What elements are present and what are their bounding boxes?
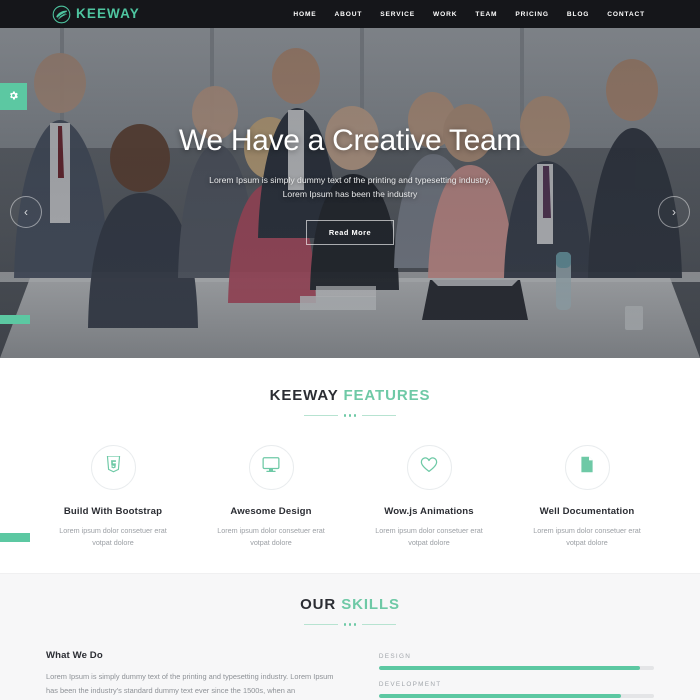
feature-icon-wrap — [90, 444, 136, 490]
read-more-button[interactable]: Read More — [305, 220, 395, 246]
skill-label: DESIGN — [378, 652, 412, 660]
nav-item-service[interactable]: SERVICE — [371, 11, 424, 18]
side-accent-bar-top — [0, 315, 30, 324]
feature-icon-wrap — [248, 444, 294, 490]
features-grid: Build With Bootstrap Lorem ipsum dolor c… — [0, 444, 700, 550]
divider-line-right — [362, 414, 397, 416]
features-heading: KEEWAY FEATURES — [0, 358, 700, 417]
what-we-do-text: Lorem Ipsum is simply dummy text of the … — [46, 671, 334, 695]
feature-title: Wow.js Animations — [384, 505, 474, 517]
skills-body: What We Do Lorem Ipsum is simply dummy t… — [0, 650, 700, 700]
hero-carousel: We Have a Creative Team Lorem Ipsum is s… — [0, 28, 700, 358]
hero-title: We Have a Creative Team — [178, 124, 522, 157]
skills-title-accent: SKILLS — [341, 596, 400, 613]
feature-card-bootstrap[interactable]: Build With Bootstrap Lorem ipsum dolor c… — [34, 444, 192, 550]
side-accent-bar-bottom — [0, 533, 30, 542]
desktop-monitor-icon — [262, 456, 280, 478]
nav-item-home[interactable]: HOME — [284, 11, 325, 18]
feature-title: Build With Bootstrap — [63, 505, 163, 517]
settings-toggle-button[interactable] — [0, 83, 27, 110]
skill-row-design: DESIGN — [378, 652, 654, 670]
feature-card-design[interactable]: Awesome Design Lorem ipsum dolor consetu… — [192, 444, 350, 550]
divider-dots — [343, 414, 357, 417]
skill-label: DEVELOPMENT — [378, 680, 442, 688]
main-nav: HOME ABOUT SERVICE WORK TEAM PRICING BLO… — [284, 11, 654, 18]
what-we-do-block: What We Do Lorem Ipsum is simply dummy t… — [46, 650, 335, 700]
feature-title: Well Documentation — [539, 505, 635, 517]
skill-row-development: DEVELOPMENT — [378, 680, 654, 698]
nav-item-about[interactable]: ABOUT — [326, 11, 372, 18]
features-title: KEEWAY FEATURES — [0, 388, 700, 403]
html5-shield-icon — [106, 455, 121, 478]
skill-progress-track — [378, 693, 654, 698]
features-title-accent: FEATURES — [343, 387, 431, 404]
logo-text: KEEWAY — [76, 6, 140, 22]
feature-icon-wrap — [406, 444, 452, 490]
nav-item-work[interactable]: WORK — [424, 11, 466, 18]
feature-card-documentation[interactable]: Well Documentation Lorem ipsum dolor con… — [508, 444, 666, 550]
divider-dots — [343, 623, 357, 626]
what-we-do-title: What We Do — [46, 649, 103, 661]
page-root: KEEWAY HOME ABOUT SERVICE WORK TEAM PRIC… — [0, 0, 700, 700]
nav-item-blog[interactable]: BLOG — [558, 11, 598, 18]
hero-subtitle-line1: Lorem Ipsum is simply dummy text of the … — [209, 174, 491, 185]
skills-divider — [0, 623, 700, 626]
skill-progress-track — [378, 665, 654, 670]
document-file-icon — [580, 456, 594, 478]
divider-line-right — [362, 623, 397, 625]
skills-section: OUR SKILLS What We Do Lorem Ipsum is sim… — [0, 573, 700, 700]
feature-description: Lorem ipsum dolor consetuer erat votpat … — [375, 525, 483, 548]
nav-item-pricing[interactable]: PRICING — [506, 11, 557, 18]
skills-title-dark: OUR — [300, 596, 337, 613]
feature-icon-wrap — [564, 444, 610, 490]
site-header: KEEWAY HOME ABOUT SERVICE WORK TEAM PRIC… — [0, 0, 700, 28]
skill-bars: DESIGN DEVELOPMENT — [378, 650, 654, 700]
divider-line-left — [303, 414, 338, 416]
skill-progress-fill — [378, 693, 621, 698]
feature-description: Lorem ipsum dolor consetuer erat votpat … — [59, 525, 167, 548]
heart-icon — [420, 456, 438, 478]
chevron-right-icon[interactable]: › — [658, 196, 690, 228]
hero-subtitle-line2: Lorem Ipsum has been the industry — [282, 189, 418, 200]
hero-content: We Have a Creative Team Lorem Ipsum is s… — [0, 124, 700, 246]
features-section: KEEWAY FEATURES Build With Bootstrap Lor… — [0, 358, 700, 573]
feature-description: Lorem ipsum dolor consetuer erat votpat … — [533, 525, 641, 548]
divider-line-left — [303, 623, 338, 625]
nav-item-contact[interactable]: CONTACT — [598, 11, 654, 18]
features-divider — [0, 414, 700, 417]
gear-icon — [8, 88, 19, 106]
hero-subtitle: Lorem Ipsum is simply dummy text of the … — [0, 173, 700, 203]
feature-description: Lorem ipsum dolor consetuer erat votpat … — [217, 525, 325, 548]
skills-heading: OUR SKILLS — [0, 574, 700, 626]
feature-card-animations[interactable]: Wow.js Animations Lorem ipsum dolor cons… — [350, 444, 508, 550]
leaf-circle-icon — [52, 5, 71, 24]
chevron-left-icon[interactable]: ‹ — [10, 196, 42, 228]
logo[interactable]: KEEWAY — [52, 5, 140, 24]
nav-item-team[interactable]: TEAM — [466, 11, 506, 18]
skill-progress-fill — [378, 665, 641, 670]
feature-title: Awesome Design — [230, 505, 312, 517]
features-title-dark: KEEWAY — [269, 387, 339, 404]
skills-title: OUR SKILLS — [0, 597, 700, 612]
